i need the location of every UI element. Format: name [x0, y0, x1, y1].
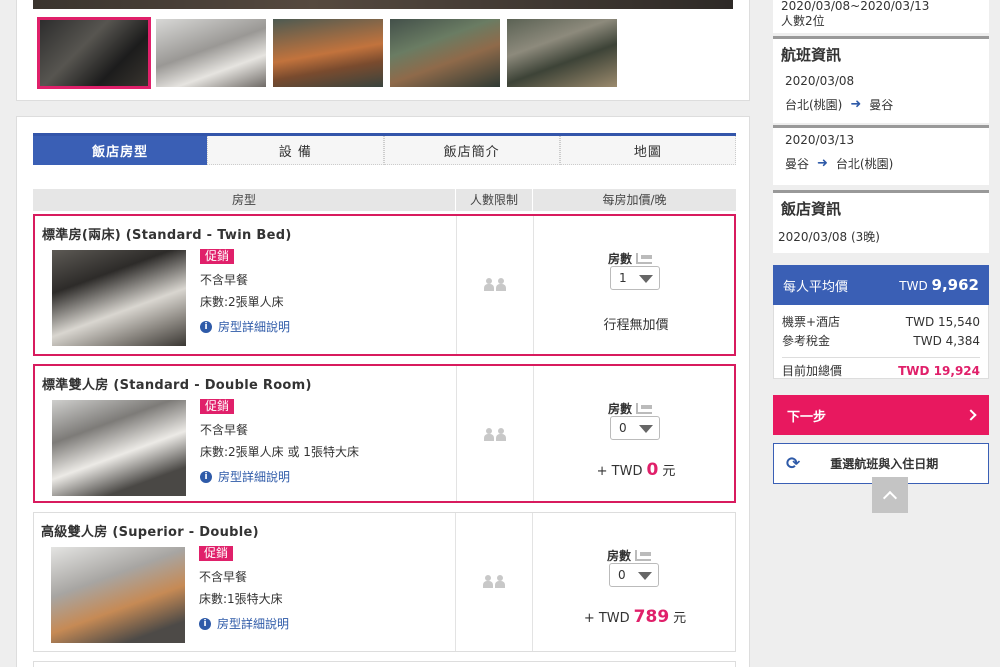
meal-info: 不含早餐 [200, 273, 249, 287]
room-quantity-select[interactable]: 0 [609, 563, 659, 587]
tab-facilities[interactable]: 設 備 [207, 136, 384, 165]
rooms-label: 房數 [607, 547, 652, 564]
refresh-icon: ⟳ [786, 453, 801, 474]
tab-map[interactable]: 地圖 [559, 136, 736, 165]
photo-gallery [16, 0, 750, 101]
room-detail-link[interactable]: i 房型詳細說明 [200, 318, 290, 335]
room-detail-link[interactable]: i 房型詳細說明 [199, 615, 289, 632]
table-row: 高級雙人房 (Superior - Double) 促銷 不含早餐 床數:1張特… [33, 512, 736, 652]
table-row [33, 661, 736, 667]
next-step-button[interactable]: 下一步 [773, 395, 989, 435]
flight-date: 2020/03/13 [785, 133, 855, 147]
bed-info: 床數:2張單人床 [200, 295, 284, 309]
room-quantity-select[interactable]: 1 [610, 266, 660, 290]
tab-hotel-intro[interactable]: 飯店簡介 [383, 136, 560, 165]
room-selection-panel: 飯店房型 設 備 飯店簡介 地圖 房型 人數限制 每房加價/晚 標準房(兩床) … [16, 116, 750, 667]
gallery-thumb-3[interactable] [273, 19, 383, 87]
price-amount: 0 [646, 460, 659, 480]
chevron-up-icon [882, 490, 898, 505]
bed-icon [636, 403, 653, 414]
price-note: 行程無加價 [603, 318, 669, 333]
arrow-right-icon: ➜ [817, 156, 828, 171]
tab-room-types[interactable]: 飯店房型 [33, 136, 208, 165]
price-surcharge: + TWD 0 元 [596, 460, 676, 480]
trip-summary: 2020/03/08~2020/03/13 人數2位 [773, 0, 989, 33]
pax-count: 人數2位 [781, 14, 825, 28]
room-name: 高級雙人房 (Superior - Double) [41, 525, 259, 540]
header-occupancy: 人數限制 [455, 189, 532, 211]
flight-segment-return: 2020/03/13 曼谷 ➜ 台北(桃園) [773, 125, 989, 185]
flight-destination: 曼谷 [869, 98, 894, 112]
gallery-thumb-5[interactable] [507, 19, 617, 87]
room-name: 標準雙人房 (Standard - Double Room) [42, 378, 312, 393]
avg-price-value: TWD 9,962 [899, 276, 979, 294]
table-row: 標準雙人房 (Standard - Double Room) 促銷 不含早餐 床… [33, 364, 736, 503]
back-to-top-button[interactable] [872, 477, 908, 513]
room-photo[interactable] [51, 547, 185, 643]
room-photo[interactable] [52, 250, 186, 346]
hotel-tabs: 飯店房型 設 備 飯店簡介 地圖 [33, 133, 736, 165]
cost-row: 參考稅金 TWD 4,384 [782, 334, 980, 348]
avg-price-bar: 每人平均價 TWD 9,962 [773, 265, 989, 305]
flight-info-heading: 航班資訊 [773, 36, 989, 69]
two-person-icon [484, 428, 506, 441]
promo-badge: 促銷 [199, 546, 234, 561]
price-amount: 789 [633, 607, 670, 627]
gallery-thumb-2[interactable] [156, 19, 266, 87]
bed-icon [636, 253, 653, 264]
room-photo[interactable] [52, 400, 186, 496]
bed-icon [635, 550, 652, 561]
flight-destination: 台北(桃園) [835, 157, 894, 171]
room-detail-link[interactable]: i 房型詳細說明 [200, 468, 290, 485]
info-icon: i [200, 470, 212, 483]
flight-segment-outbound: 2020/03/08 台北(桃園) ➜ 曼谷 [773, 69, 989, 123]
gallery-thumb-4[interactable] [390, 19, 500, 87]
flight-origin: 曼谷 [785, 157, 810, 171]
cost-breakdown: 機票+酒店 TWD 15,540 參考稅金 TWD 4,384 目前加總價 TWD 1… [773, 305, 989, 379]
two-person-icon [483, 575, 505, 588]
cost-row: 機票+酒店 TWD 15,540 [782, 315, 980, 329]
rooms-label: 房數 [608, 400, 653, 417]
promo-badge: 促銷 [200, 399, 235, 414]
avg-price-label: 每人平均價 [783, 279, 849, 295]
table-row: 標準房(兩床) (Standard - Twin Bed) 促銷 不含早餐 床數… [33, 214, 736, 356]
hotel-info-heading: 飯店資訊 [773, 190, 989, 223]
gallery-main-photo [33, 0, 733, 9]
hotel-nights: 2020/03/08 (3晚) [773, 223, 989, 253]
arrow-right-icon: ➜ [850, 97, 862, 112]
room-table-header: 房型 人數限制 每房加價/晚 [33, 189, 736, 211]
total-price-row: 目前加總價 TWD 19,924 [782, 357, 980, 381]
rooms-label: 房數 [608, 250, 653, 267]
info-icon: i [200, 320, 212, 333]
bed-info: 床數:1張特大床 [199, 592, 283, 606]
flight-origin: 台北(桃園) [785, 98, 843, 112]
trip-dates: 2020/03/08~2020/03/13 [781, 0, 930, 13]
bed-info: 床數:2張單人床 或 1張特大床 [200, 445, 359, 459]
meal-info: 不含早餐 [200, 423, 249, 437]
header-room-type: 房型 [231, 193, 256, 207]
price-surcharge: + TWD 789 元 [583, 607, 687, 627]
info-icon: i [199, 617, 211, 630]
chevron-right-icon [965, 409, 977, 421]
room-name: 標準房(兩床) (Standard - Twin Bed) [42, 228, 292, 243]
meal-info: 不含早餐 [199, 570, 248, 584]
gallery-thumb-1[interactable] [37, 17, 151, 89]
two-person-icon [484, 278, 506, 291]
promo-badge: 促銷 [200, 249, 235, 264]
flight-date: 2020/03/08 [785, 74, 855, 88]
header-surcharge: 每房加價/晚 [532, 189, 736, 211]
room-quantity-select[interactable]: 0 [610, 416, 660, 440]
